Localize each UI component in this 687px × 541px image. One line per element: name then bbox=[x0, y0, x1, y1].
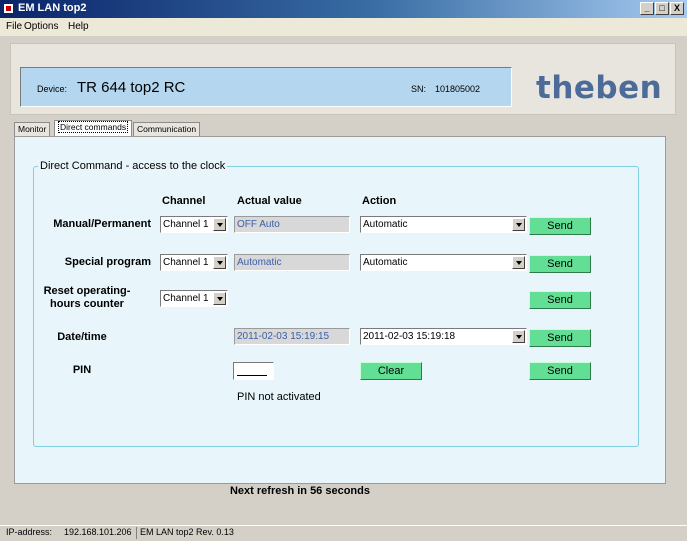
pin-status: PIN not activated bbox=[237, 391, 321, 403]
window-title: EM LAN top2 bbox=[18, 2, 87, 14]
column-channel: Channel bbox=[162, 195, 206, 207]
tab-communication[interactable]: Communication bbox=[133, 122, 201, 137]
close-button[interactable]: X bbox=[670, 2, 684, 15]
menu-help[interactable]: Help bbox=[68, 21, 89, 32]
special-action-select[interactable]: Automatic bbox=[360, 254, 527, 271]
version-text: EM LAN top2 Rev. 0.13 bbox=[140, 527, 234, 537]
tab-monitor[interactable]: Monitor bbox=[14, 122, 51, 137]
pin-label: PIN bbox=[72, 364, 92, 376]
special-send-button[interactable]: Send bbox=[529, 255, 591, 273]
chevron-down-icon[interactable] bbox=[512, 330, 525, 343]
manual-action-select[interactable]: Automatic bbox=[360, 216, 527, 233]
app-icon bbox=[3, 3, 14, 14]
reset-counter-label-line2: hours counter bbox=[50, 298, 124, 310]
tab-monitor-label: Monitor bbox=[18, 124, 47, 134]
pin-clear-button[interactable]: Clear bbox=[360, 362, 422, 380]
reset-channel-select[interactable]: Channel 1 bbox=[160, 290, 228, 307]
reset-counter-label: Reset operating- hours counter bbox=[23, 285, 151, 311]
serial-value: 101805002 bbox=[435, 84, 481, 94]
tab-communication-label: Communication bbox=[137, 124, 197, 134]
datetime-actual-value: 2011-02-03 15:19:15 bbox=[234, 328, 350, 345]
refresh-countdown: Next refresh in 56 seconds bbox=[229, 485, 370, 497]
chevron-down-icon[interactable] bbox=[213, 256, 226, 269]
special-channel-select[interactable]: Channel 1 bbox=[160, 254, 228, 271]
theben-logo: theben bbox=[536, 70, 663, 106]
datetime-label: Date/time bbox=[57, 331, 107, 343]
column-actual-value: Actual value bbox=[237, 195, 302, 207]
minimize-button[interactable]: _ bbox=[640, 2, 654, 15]
manual-action-value: Automatic bbox=[363, 219, 408, 230]
tab-direct-commands-label: Direct commands bbox=[58, 121, 129, 133]
menu-options[interactable]: Options bbox=[24, 21, 58, 32]
status-bar: IP-address: 192.168.101.206 EM LAN top2 … bbox=[0, 525, 687, 541]
device-info-box: Device: TR 644 top2 RC SN: 101805002 bbox=[20, 67, 512, 107]
status-separator bbox=[136, 527, 137, 539]
manual-send-button[interactable]: Send bbox=[529, 217, 591, 235]
manual-channel-select[interactable]: Channel 1 bbox=[160, 216, 228, 233]
tab-direct-commands[interactable]: Direct commands bbox=[54, 120, 133, 137]
column-action: Action bbox=[362, 195, 397, 207]
special-action-value: Automatic bbox=[363, 257, 408, 268]
datetime-send-button[interactable]: Send bbox=[529, 329, 591, 347]
menu-file[interactable]: File bbox=[6, 21, 22, 32]
serial-label: SN: bbox=[411, 84, 427, 94]
reset-send-button[interactable]: Send bbox=[529, 291, 591, 309]
special-actual-value: Automatic bbox=[234, 254, 350, 271]
chevron-down-icon[interactable] bbox=[213, 292, 226, 305]
datetime-action-select[interactable]: 2011-02-03 15:19:18 bbox=[360, 328, 527, 345]
ip-address-value: 192.168.101.206 bbox=[64, 527, 132, 537]
special-channel-value: Channel 1 bbox=[163, 257, 209, 268]
manual-channel-value: Channel 1 bbox=[163, 219, 209, 230]
menu-bar: File Options Help bbox=[0, 18, 687, 36]
ip-address-label: IP-address: bbox=[6, 527, 53, 537]
reset-counter-label-line1: Reset operating- bbox=[43, 285, 131, 297]
manual-actual-value: OFF Auto bbox=[234, 216, 350, 233]
manual-permanent-label: Manual/Permanent bbox=[53, 218, 151, 230]
window-controls: _ □ X bbox=[640, 2, 684, 15]
title-bar: EM LAN top2 _ □ X bbox=[0, 0, 687, 18]
device-value: TR 644 top2 RC bbox=[77, 79, 186, 96]
device-label: Device: bbox=[37, 84, 68, 94]
chevron-down-icon[interactable] bbox=[213, 218, 226, 231]
reset-channel-value: Channel 1 bbox=[163, 293, 209, 304]
datetime-action-value: 2011-02-03 15:19:18 bbox=[363, 331, 456, 342]
maximize-button[interactable]: □ bbox=[655, 2, 669, 15]
group-title: Direct Command - access to the clock bbox=[38, 160, 228, 172]
chevron-down-icon[interactable] bbox=[512, 218, 525, 231]
pin-input[interactable] bbox=[233, 362, 274, 380]
pin-send-button[interactable]: Send bbox=[529, 362, 591, 380]
chevron-down-icon[interactable] bbox=[512, 256, 525, 269]
special-program-label: Special program bbox=[64, 256, 151, 268]
